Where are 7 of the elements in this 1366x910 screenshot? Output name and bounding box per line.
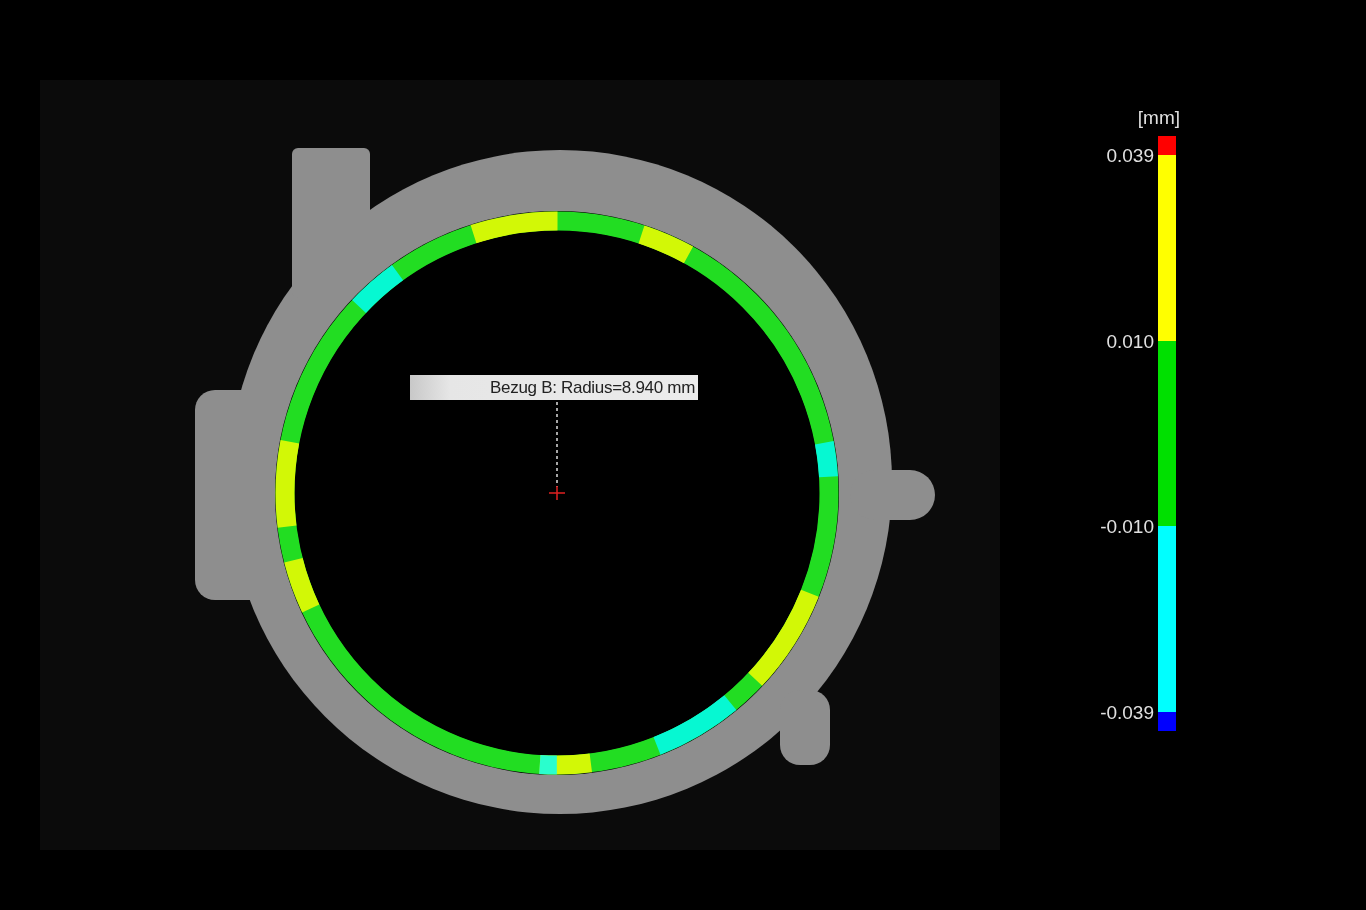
center-cross-icon <box>548 485 566 501</box>
radius-annotation: Bezug B: Radius=8.940 mm <box>410 375 698 400</box>
scale-label: -0.010 <box>1100 516 1154 539</box>
scale-label: 0.010 <box>1106 330 1154 353</box>
unit-label: [mm] <box>1137 106 1180 130</box>
scale-label: -0.039 <box>1100 702 1154 724</box>
scale-label: 0.039 <box>1106 145 1154 167</box>
